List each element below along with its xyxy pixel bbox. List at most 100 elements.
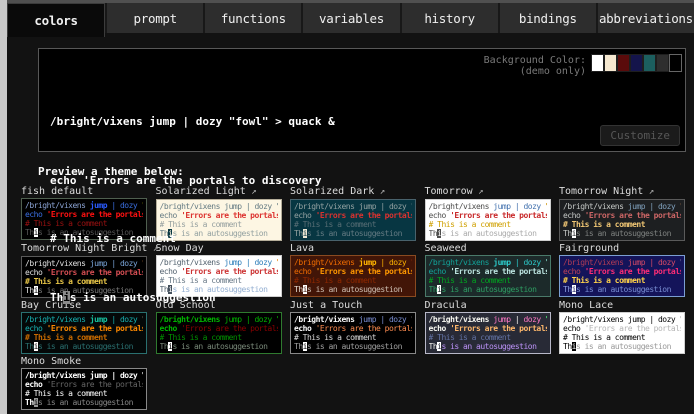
token-dozy: dozy — [389, 202, 406, 211]
token-pipe: | — [511, 202, 524, 211]
tab-abbreviations[interactable]: abbreviations — [598, 3, 694, 33]
token-typed: Th — [429, 342, 438, 351]
token-path: /bright/vixens — [429, 315, 494, 324]
token-echo: echo — [25, 268, 47, 277]
token-echo: echo — [563, 211, 585, 220]
theme-sample[interactable]: /bright/vixens jump | dozy "fowl" > quac… — [425, 255, 551, 297]
theme-tomorrow: Tomorrow ↗/bright/vixens jump | dozy "fo… — [425, 186, 560, 241]
terminal-preview: Background Color: (demo only) /bright/vi… — [38, 48, 686, 152]
token-echo: echo — [429, 211, 451, 220]
token-jump: jump — [628, 315, 645, 324]
tab-variables[interactable]: variables — [303, 3, 399, 33]
tab-colors[interactable]: colors — [7, 3, 105, 37]
theme-title[interactable]: Dracula — [425, 300, 560, 311]
token-pipe: | — [376, 202, 389, 211]
theme-sample[interactable]: /bright/vixens jump | dozy "fowl" > quac… — [559, 255, 685, 297]
token-jump: jump — [359, 315, 376, 324]
external-link-icon[interactable]: ↗ — [374, 187, 385, 197]
token-pipe: | — [511, 258, 524, 267]
token-path: /bright/vixens — [429, 202, 494, 211]
theme-sample[interactable]: /bright/vixens jump | dozy "fowl" > quac… — [425, 312, 551, 354]
token-jump: jump — [359, 202, 376, 211]
token-quote: "fowl" > quack & — [406, 202, 412, 211]
token-sugg: s is an autosuggestion — [441, 342, 536, 351]
token-quote: "fowl" > quack & — [541, 202, 547, 211]
theme-title[interactable]: Mono Smoke — [21, 356, 156, 367]
tab-prompt[interactable]: prompt — [107, 3, 203, 33]
token-quote: "fowl" > quack & — [675, 202, 681, 211]
token-comment: # This is a comment — [563, 220, 645, 229]
token-jump: jump — [359, 258, 376, 267]
fish-config-page: colors prompt functions variables histor… — [7, 0, 694, 414]
token-comment: # This is a comment — [25, 389, 107, 398]
token-quote: "fowl" > quack & — [406, 258, 412, 267]
token-typed: Th — [25, 228, 34, 237]
token-sugg: s is an autosuggestion — [441, 229, 536, 238]
token-typed: Th — [25, 398, 34, 407]
token-dozy: dozy — [389, 258, 406, 267]
theme-sample[interactable]: /bright/vixens jump | dozy "fowl" > quac… — [559, 199, 685, 241]
token-comment: # This is a comment — [563, 333, 645, 342]
token-quote: "fowl" > quack & — [406, 315, 412, 324]
token-jump: jump — [628, 202, 645, 211]
token-dozy: dozy — [389, 315, 406, 324]
token-echo: echo — [25, 210, 47, 219]
theme-mono-smoke: Mono Smoke/bright/vixens jump | dozy "fo… — [21, 356, 156, 410]
sample-error-line: echo 'Errors are the portals to discover… — [50, 171, 335, 191]
external-link-icon[interactable]: ↗ — [473, 187, 484, 197]
token-quote: "fowl" > quack & — [675, 315, 681, 324]
customize-button[interactable]: Customize — [600, 125, 680, 146]
theme-seaweed: Seaweed/bright/vixens jump | dozy "fowl"… — [425, 243, 560, 298]
token-path: /bright/vixens — [563, 258, 628, 267]
theme-title[interactable]: Mono Lace — [559, 300, 694, 311]
bg-swatch-black[interactable] — [669, 54, 682, 72]
token-sugg: s is an autosuggestion — [441, 285, 536, 294]
token-sugg: s is an autosuggestion — [576, 342, 671, 351]
external-link-icon[interactable]: ↗ — [643, 187, 654, 197]
bg-swatch-teal[interactable] — [643, 54, 656, 72]
tab-history[interactable]: history — [402, 3, 498, 33]
token-sugg: s is an autosuggestion — [576, 285, 671, 294]
theme-fairground: Fairground/bright/vixens jump | dozy "fo… — [559, 243, 694, 298]
bg-swatch-dark-gray[interactable] — [656, 54, 669, 72]
bg-swatch-dark-red[interactable] — [617, 54, 630, 72]
theme-title[interactable]: Fairground — [559, 243, 694, 254]
token-quote: "fowl" > quack & — [675, 258, 681, 267]
theme-title[interactable]: Tomorrow Night ↗ — [559, 186, 694, 198]
theme-sample[interactable]: /bright/vixens jump | dozy "fowl" > quac… — [559, 312, 685, 354]
token-echo: echo — [429, 267, 451, 276]
text-cursor: i — [63, 291, 70, 304]
terminal-sample-text: /bright/vixens jump | dozy "fowl" > quac… — [50, 73, 335, 346]
token-echo: echo — [563, 324, 585, 333]
tab-bindings[interactable]: bindings — [500, 3, 596, 33]
token-pipe: | — [511, 315, 524, 324]
token-pipe: | — [645, 315, 658, 324]
bg-swatch-white[interactable] — [591, 54, 604, 72]
theme-title[interactable]: Seaweed — [425, 243, 560, 254]
token-dozy: dozy — [523, 202, 540, 211]
token-typed: Th — [563, 229, 572, 238]
window-edge — [0, 0, 7, 414]
tab-bar: colors prompt functions variables histor… — [7, 3, 694, 33]
token-jump: jump — [493, 202, 510, 211]
bg-swatch-cream[interactable] — [604, 54, 617, 72]
theme-sample[interactable]: /bright/vixens jump | dozy "fowl" > quac… — [425, 199, 551, 241]
token-typed: Th — [563, 342, 572, 351]
token-typed: Th — [563, 285, 572, 294]
token-typed: Th — [429, 285, 438, 294]
token-dozy: dozy — [658, 258, 675, 267]
sample-comment-line: # This is a comment — [50, 229, 335, 249]
token-jump: jump — [493, 258, 510, 267]
token-error: 'Errors are the portals to discovery — [450, 324, 546, 333]
theme-title[interactable]: Tomorrow ↗ — [425, 186, 560, 198]
theme-dracula: Dracula/bright/vixens jump | dozy "fowl"… — [425, 300, 560, 354]
token-error: 'Errors are the portals to discovery — [47, 380, 143, 389]
token-echo: echo — [563, 267, 585, 276]
token-error: 'Errors are the portals to discovery — [585, 211, 681, 220]
theme-sample[interactable]: /bright/vixens jump | dozy "fowl" > quac… — [21, 368, 147, 410]
tab-functions[interactable]: functions — [205, 3, 301, 33]
bg-swatch-navy[interactable] — [630, 54, 643, 72]
token-comment: # This is a comment — [429, 220, 511, 229]
token-path: /bright/vixens — [563, 315, 628, 324]
token-comment: # This is a comment — [563, 276, 645, 285]
